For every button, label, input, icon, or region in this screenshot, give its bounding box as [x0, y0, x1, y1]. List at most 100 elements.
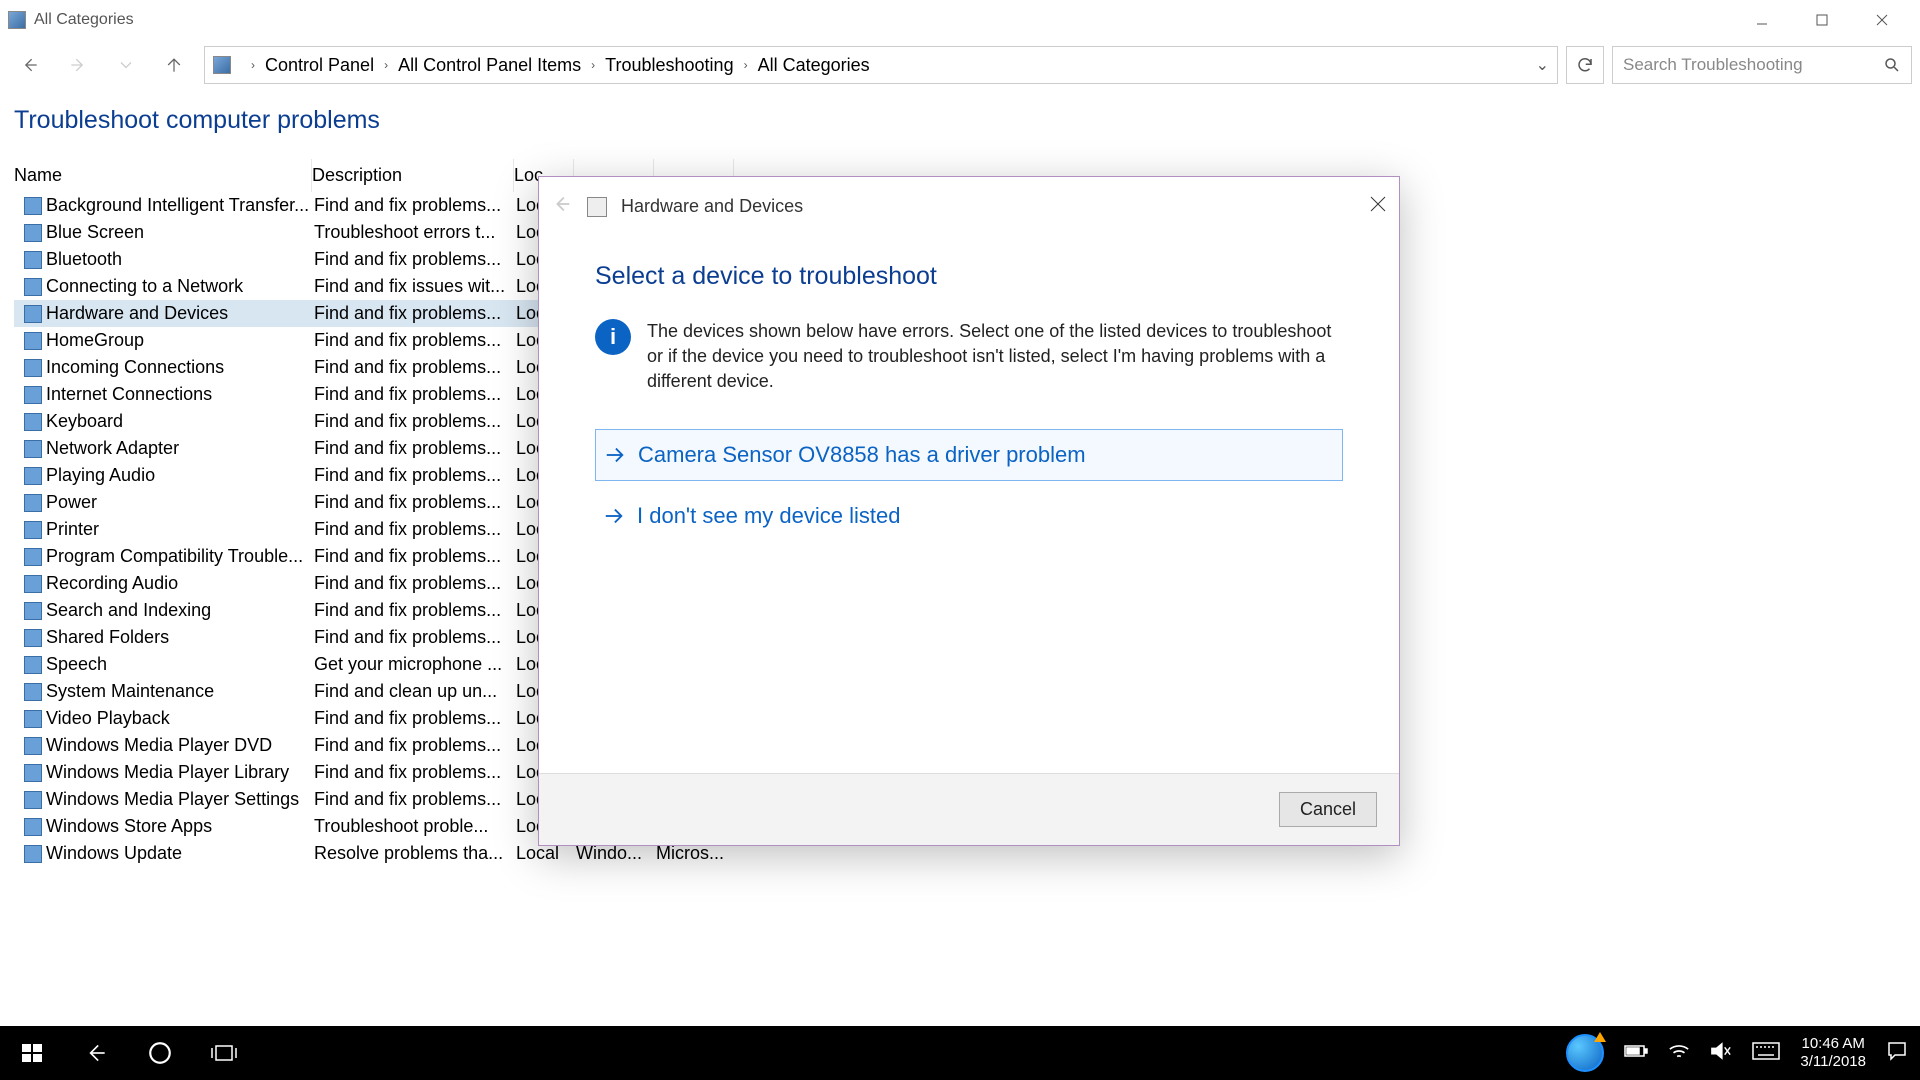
row-name-cell[interactable]: Incoming Connections	[14, 354, 312, 381]
column-header[interactable]	[654, 159, 734, 192]
clock-date: 3/11/2018	[1800, 1053, 1866, 1071]
row-col4: Windo...	[574, 840, 654, 867]
row-name-cell[interactable]: Internet Connections	[14, 381, 312, 408]
breadcrumb-item[interactable]: All Categories	[758, 55, 870, 76]
close-window-button[interactable]	[1852, 0, 1912, 40]
row-name-text: System Maintenance	[46, 681, 214, 702]
keyboard-icon[interactable]	[1752, 1041, 1780, 1066]
minimize-button[interactable]	[1732, 0, 1792, 40]
row-col5	[654, 624, 734, 651]
column-header[interactable]: Description	[312, 159, 514, 192]
control-panel-icon	[8, 11, 26, 29]
row-name-cell[interactable]: Windows Media Player Library	[14, 759, 312, 786]
up-button[interactable]	[152, 43, 196, 87]
troubleshooter-icon	[24, 737, 42, 755]
navigation-bar: › Control Panel › All Control Panel Item…	[0, 40, 1920, 90]
row-name-cell[interactable]: HomeGroup	[14, 327, 312, 354]
row-name-cell[interactable]: Playing Audio	[14, 462, 312, 489]
row-name-cell[interactable]: Network Adapter	[14, 435, 312, 462]
back-button[interactable]	[8, 43, 52, 87]
row-name-cell[interactable]: Windows Media Player DVD	[14, 732, 312, 759]
troubleshooter-icon	[24, 197, 42, 215]
row-col4	[574, 300, 654, 327]
row-name-cell[interactable]: Windows Update	[14, 840, 312, 867]
chevron-right-icon[interactable]: ›	[384, 58, 388, 72]
row-col3: Loc	[514, 381, 574, 408]
search-box[interactable]	[1612, 46, 1912, 84]
tray-app-icon[interactable]	[1566, 1034, 1604, 1072]
row-description: Troubleshoot proble...	[312, 813, 514, 840]
row-name-cell[interactable]: Speech	[14, 651, 312, 678]
row-description: Get your microphone ...	[312, 651, 514, 678]
row-col3: Loc	[514, 597, 574, 624]
row-description: Find and fix problems...	[312, 192, 514, 219]
row-col3: Loc	[514, 489, 574, 516]
row-name-text: Speech	[46, 654, 107, 675]
row-description: Find and fix problems...	[312, 354, 514, 381]
volume-muted-icon[interactable]	[1710, 1041, 1732, 1066]
recent-locations-dropdown[interactable]	[104, 43, 148, 87]
breadcrumb-item[interactable]: All Control Panel Items	[398, 55, 581, 76]
row-col4	[574, 408, 654, 435]
row-col5	[654, 678, 734, 705]
address-bar[interactable]: › Control Panel › All Control Panel Item…	[204, 46, 1558, 84]
troubleshooter-icon	[24, 305, 42, 323]
row-description: Find and fix problems...	[312, 705, 514, 732]
forward-button[interactable]	[56, 43, 100, 87]
row-col4	[574, 705, 654, 732]
troubleshooter-icon	[24, 521, 42, 539]
refresh-button[interactable]	[1566, 46, 1604, 84]
breadcrumb-item[interactable]: Control Panel	[265, 55, 374, 76]
chevron-right-icon[interactable]: ›	[251, 58, 255, 72]
row-name-cell[interactable]: Printer	[14, 516, 312, 543]
taskbar-clock[interactable]: 10:46 AM 3/11/2018	[1800, 1035, 1866, 1071]
row-name-cell[interactable]: Hardware and Devices	[14, 300, 312, 327]
row-name-cell[interactable]: Video Playback	[14, 705, 312, 732]
start-button[interactable]	[0, 1026, 64, 1080]
row-col4	[574, 327, 654, 354]
wifi-icon[interactable]	[1668, 1041, 1690, 1066]
search-input[interactable]	[1623, 55, 1883, 75]
column-header[interactable]: Loc	[514, 159, 574, 192]
action-center-icon[interactable]	[1886, 1040, 1908, 1067]
row-name-cell[interactable]: Blue Screen	[14, 219, 312, 246]
taskbar-back-button[interactable]	[64, 1026, 128, 1080]
row-col5	[654, 300, 734, 327]
row-name-cell[interactable]: Shared Folders	[14, 624, 312, 651]
row-name-cell[interactable]: Windows Media Player Settings	[14, 786, 312, 813]
column-header[interactable]: Name	[14, 159, 312, 192]
row-name-text: Power	[46, 492, 97, 513]
row-description: Find and fix problems...	[312, 786, 514, 813]
row-name-cell[interactable]: Power	[14, 489, 312, 516]
breadcrumb-item[interactable]: Troubleshooting	[605, 55, 733, 76]
row-col5	[654, 381, 734, 408]
chevron-down-icon[interactable]: ⌄	[1536, 55, 1549, 75]
chevron-right-icon[interactable]: ›	[744, 58, 748, 72]
row-name-cell[interactable]: Connecting to a Network	[14, 273, 312, 300]
troubleshooter-icon	[24, 710, 42, 728]
row-name-cell[interactable]: Recording Audio	[14, 570, 312, 597]
chevron-right-icon[interactable]: ›	[591, 58, 595, 72]
row-name-cell[interactable]: Bluetooth	[14, 246, 312, 273]
search-icon[interactable]	[1883, 56, 1901, 74]
row-name-text: Network Adapter	[46, 438, 179, 459]
row-name-cell[interactable]: Search and Indexing	[14, 597, 312, 624]
row-col4	[574, 651, 654, 678]
row-col3: Loc	[514, 192, 574, 219]
troubleshooter-icon	[24, 845, 42, 863]
column-header[interactable]	[574, 159, 654, 192]
row-name-text: Background Intelligent Transfer...	[46, 195, 309, 216]
row-name-cell[interactable]: Background Intelligent Transfer...	[14, 192, 312, 219]
maximize-button[interactable]	[1792, 0, 1852, 40]
row-name-cell[interactable]: Program Compatibility Trouble...	[14, 543, 312, 570]
battery-icon[interactable]	[1624, 1043, 1648, 1064]
row-name-cell[interactable]: Keyboard	[14, 408, 312, 435]
troubleshooter-icon	[24, 656, 42, 674]
cortana-button[interactable]	[128, 1026, 192, 1080]
row-name-cell[interactable]: Windows Store Apps	[14, 813, 312, 840]
row-description: Find and fix problems...	[312, 732, 514, 759]
row-description: Find and fix problems...	[312, 408, 514, 435]
row-name-cell[interactable]: System Maintenance	[14, 678, 312, 705]
row-col3: Local	[514, 759, 574, 786]
task-view-button[interactable]	[192, 1026, 256, 1080]
